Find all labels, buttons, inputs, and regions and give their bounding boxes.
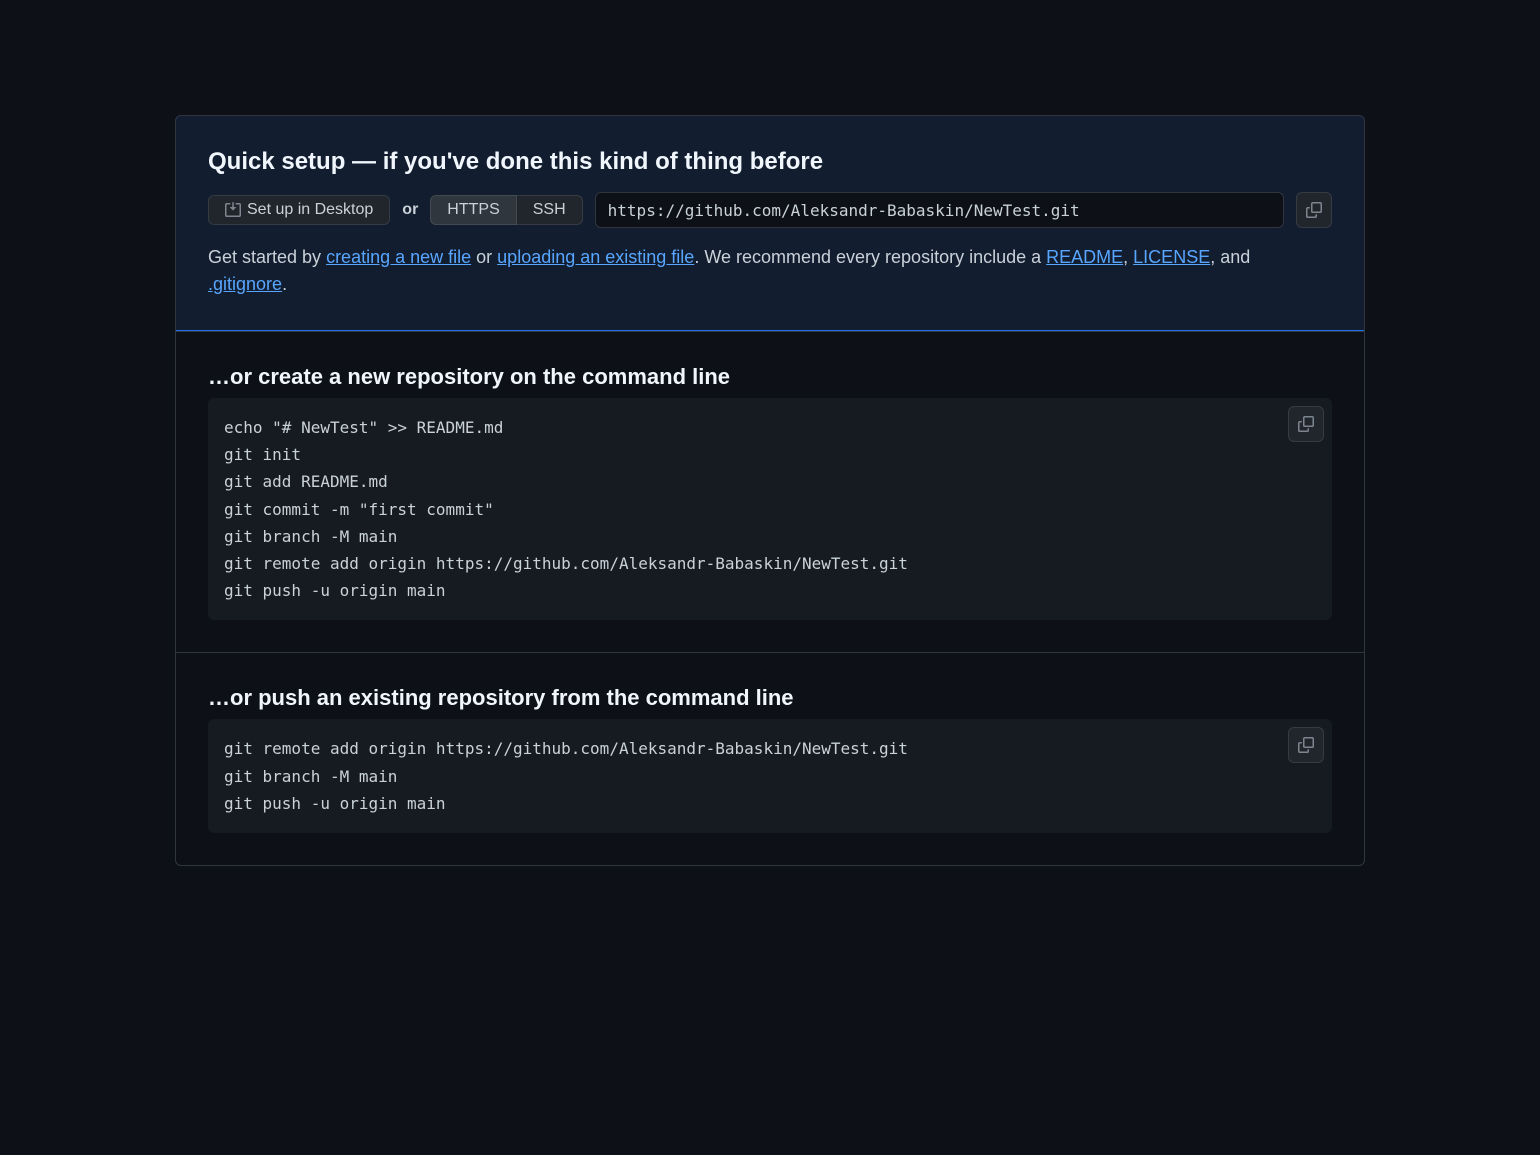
- license-link[interactable]: LICENSE: [1133, 247, 1210, 267]
- setup-desktop-label: Set up in Desktop: [247, 201, 373, 219]
- create-repo-code[interactable]: echo "# NewTest" >> README.md git init g…: [224, 414, 1316, 604]
- or-separator: or: [402, 201, 418, 219]
- gitignore-link[interactable]: .gitignore: [208, 274, 282, 294]
- copy-icon: [1298, 416, 1314, 432]
- protocol-toggle-group: HTTPS SSH: [430, 195, 582, 225]
- push-repo-heading: …or push an existing repository from the…: [208, 685, 1332, 711]
- create-repo-section: …or create a new repository on the comma…: [176, 331, 1364, 652]
- quick-setup-heading: Quick setup — if you've done this kind o…: [208, 148, 1332, 176]
- create-repo-heading: …or create a new repository on the comma…: [208, 364, 1332, 390]
- setup-in-desktop-button[interactable]: Set up in Desktop: [208, 195, 390, 225]
- repository-setup-container: Quick setup — if you've done this kind o…: [175, 115, 1365, 866]
- push-repo-code[interactable]: git remote add origin https://github.com…: [224, 735, 1316, 817]
- copy-url-button[interactable]: [1296, 192, 1332, 228]
- desktop-download-icon: [225, 202, 241, 218]
- setup-controls-row: Set up in Desktop or HTTPS SSH: [208, 192, 1332, 228]
- copy-push-code-button[interactable]: [1288, 727, 1324, 763]
- copy-create-code-button[interactable]: [1288, 406, 1324, 442]
- copy-icon: [1298, 737, 1314, 753]
- push-repo-section: …or push an existing repository from the…: [176, 652, 1364, 865]
- push-repo-codeblock: git remote add origin https://github.com…: [208, 719, 1332, 833]
- https-button[interactable]: HTTPS: [430, 195, 516, 225]
- readme-link[interactable]: README: [1046, 247, 1123, 267]
- repo-url-input[interactable]: [595, 192, 1284, 228]
- create-repo-codeblock: echo "# NewTest" >> README.md git init g…: [208, 398, 1332, 620]
- upload-file-link[interactable]: uploading an existing file: [497, 247, 694, 267]
- ssh-button[interactable]: SSH: [517, 195, 583, 225]
- quick-setup-panel: Quick setup — if you've done this kind o…: [175, 115, 1365, 331]
- copy-icon: [1306, 202, 1322, 218]
- setup-description: Get started by creating a new file or up…: [208, 244, 1332, 298]
- create-file-link[interactable]: creating a new file: [326, 247, 471, 267]
